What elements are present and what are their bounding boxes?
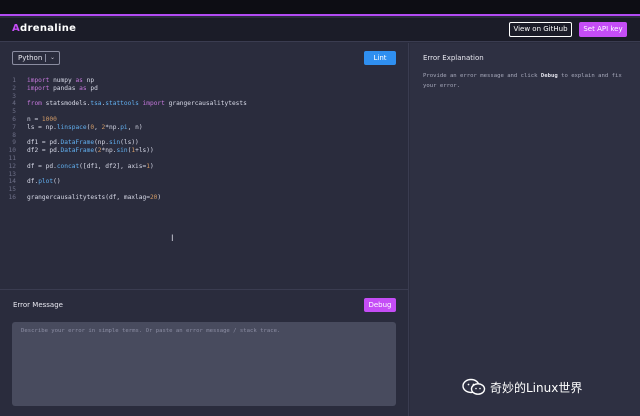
code-text: from statsmodels.tsa.stattools import gr… — [27, 100, 247, 108]
code-text: df2 = pd.DataFrame(2*np.sin(1+ls)) — [27, 147, 154, 155]
editor-pane: Python ⌄ Lint 1 import numpy as np 2 import… — [0, 43, 409, 416]
code-line[interactable]: 12 df = pd.concat([df1, df2], axis=1) — [0, 163, 408, 171]
explanation-text-part: Provide an error message and click — [423, 73, 541, 79]
code-line[interactable]: 11 — [0, 155, 408, 163]
lint-button[interactable]: Lint — [364, 51, 396, 65]
line-number: 14 — [8, 178, 16, 186]
explanation-pane: Error Explanation Provide an error messa… — [410, 43, 640, 416]
wechat-icon — [462, 378, 486, 395]
code-line[interactable]: 5 — [0, 108, 408, 116]
chevron-down-icon: ⌄ — [50, 54, 56, 61]
code-line[interactable]: 3 — [0, 93, 408, 101]
error-explanation-text: Provide an error message and click Debug… — [423, 71, 628, 91]
code-text: import pandas as pd — [27, 84, 98, 92]
code-text: grangercausalitytests(df, maxlag=20) — [27, 194, 162, 201]
code-line[interactable]: 6 n = 1000 — [0, 116, 408, 124]
line-number: 4 — [12, 100, 16, 108]
code-editor[interactable]: 1 import numpy as np 2 import pandas as pd 3… — [0, 73, 408, 283]
code-text: n = 1000 — [27, 116, 57, 123]
line-number: 12 — [8, 162, 16, 170]
code-line[interactable]: 9 df1 = pd.DataFrame(np.sin(ls)) — [0, 139, 408, 147]
line-number: 13 — [8, 170, 16, 178]
watermark: 奇妙的Linux世界 — [462, 376, 632, 398]
line-number: 9 — [12, 139, 16, 147]
line-number: 11 — [8, 155, 16, 162]
line-number: 8 — [12, 131, 16, 139]
line-number: 7 — [12, 123, 16, 131]
line-number: 2 — [12, 84, 16, 92]
top-strip — [0, 0, 640, 16]
language-select[interactable]: Python ⌄ — [12, 51, 60, 65]
code-text: df.plot() — [27, 178, 61, 186]
error-message-title: Error Message — [13, 301, 63, 309]
view-on-github-button[interactable]: View on GitHub — [509, 22, 572, 37]
watermark-text: 奇妙的Linux世界 — [490, 381, 583, 395]
code-line[interactable]: 13 — [0, 171, 408, 179]
debug-button[interactable]: Debug — [364, 298, 396, 312]
logo-accent-letter: A — [12, 23, 21, 34]
error-explanation-title: Error Explanation — [423, 54, 484, 62]
line-number: 10 — [8, 147, 16, 155]
app-logo[interactable]: Adrenaline — [12, 23, 76, 34]
explanation-debug-word: Debug — [540, 73, 558, 79]
code-line[interactable]: 10 df2 = pd.DataFrame(2*np.sin(1+ls)) — [0, 147, 408, 155]
code-line[interactable]: 4 from statsmodels.tsa.stattools import g… — [0, 100, 408, 108]
code-line[interactable]: 16 grangercausalitytests(df, maxlag=20) — [0, 194, 408, 202]
line-number: 3 — [12, 92, 16, 100]
select-separator — [45, 54, 46, 62]
language-select-value: Python — [18, 54, 43, 62]
logo-text: drenaline — [20, 23, 77, 34]
code-line[interactable]: 2 import pandas as pd — [0, 85, 408, 93]
line-number: 1 — [12, 77, 16, 84]
code-text: df = pd.concat([df1, df2], axis=1) — [27, 162, 154, 170]
code-text: df1 = pd.DataFrame(np.sin(ls)) — [27, 139, 139, 147]
code-line[interactable]: 7 ls = np.linspace(0, 2*np.pi, n) — [0, 124, 408, 132]
error-message-input[interactable] — [12, 322, 396, 406]
pane-divider[interactable] — [0, 289, 409, 290]
code-line[interactable]: 15 — [0, 186, 408, 194]
line-number: 15 — [8, 186, 16, 194]
line-number: 6 — [12, 116, 16, 123]
code-text: import numpy as np — [27, 77, 95, 84]
line-number: 16 — [8, 194, 16, 201]
code-line[interactable]: 14 df.plot() — [0, 178, 408, 186]
line-number: 5 — [12, 108, 16, 116]
app-header: Adrenaline View on GitHub Set API key — [0, 18, 640, 42]
text-cursor-icon: I — [171, 234, 174, 244]
set-api-key-button[interactable]: Set API key — [579, 22, 627, 37]
code-line[interactable]: 8 — [0, 132, 408, 140]
code-line[interactable]: 1 import numpy as np — [0, 77, 408, 85]
code-text: ls = np.linspace(0, 2*np.pi, n) — [27, 123, 143, 131]
